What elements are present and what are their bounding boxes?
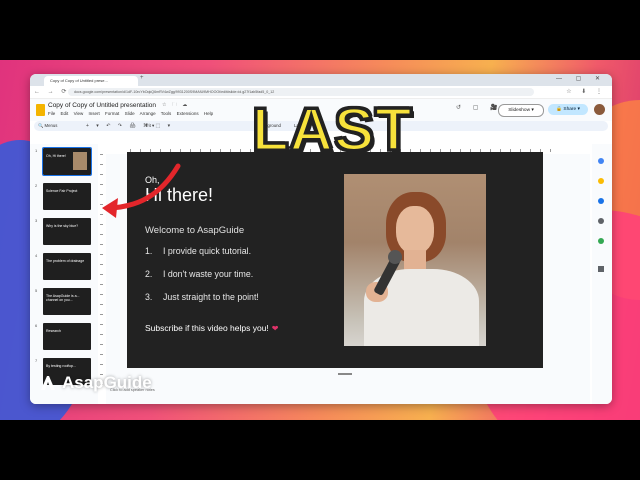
slide-thumbnail-6[interactable]: Research bbox=[43, 323, 91, 350]
side-panel-rail bbox=[592, 144, 612, 404]
slide-number: 4 bbox=[35, 253, 38, 258]
slide-welcome: Welcome to AsapGuide bbox=[145, 225, 245, 236]
browser-action-icons[interactable]: ☆ ⬇ ⋮ bbox=[566, 88, 606, 95]
menu-extensions[interactable]: Extensions bbox=[177, 111, 199, 116]
document-title[interactable]: Copy of Copy of Untitled presentation bbox=[48, 102, 156, 109]
speaker-photo bbox=[344, 174, 486, 346]
list-item: 2. I don't waste your time. bbox=[145, 269, 254, 279]
slide-subscribe: Subscribe if this video helps you! ❤ bbox=[145, 323, 279, 333]
heart-icon: ❤ bbox=[271, 324, 279, 333]
menu-help[interactable]: Help bbox=[204, 111, 213, 116]
slide-number: 3 bbox=[35, 218, 38, 223]
slide-number: 6 bbox=[35, 323, 38, 328]
menu-slide[interactable]: Slide bbox=[125, 111, 135, 116]
slideshow-button[interactable]: Slideshow ▾ bbox=[498, 104, 544, 117]
menu-edit[interactable]: Edit bbox=[61, 111, 69, 116]
slide-number: 5 bbox=[35, 288, 38, 293]
contacts-icon[interactable] bbox=[598, 218, 604, 224]
list-item: 3. Just straight to the point! bbox=[145, 292, 259, 302]
menu-bar: File Edit View Insert Format Slide Arran… bbox=[48, 111, 217, 116]
browser-tab[interactable]: Copy of Copy of Untitled prese... bbox=[44, 76, 138, 86]
thumbnail-text: Why is the sky blue? bbox=[46, 224, 79, 228]
thumbnail-text: Science Fair Project bbox=[46, 189, 78, 193]
slide-thumbnail-5[interactable]: The AsapGuide is a... channel on you... bbox=[43, 288, 91, 315]
keep-icon[interactable] bbox=[598, 178, 604, 184]
notes-resize-handle[interactable] bbox=[338, 373, 352, 375]
slide-filmstrip: 1 Oh, Hi there! 2 Science Fair Project 3… bbox=[30, 144, 98, 404]
menu-view[interactable]: View bbox=[74, 111, 84, 116]
brand-logo-icon bbox=[38, 373, 58, 393]
slide-thumbnail-4[interactable]: The problem of drainage bbox=[43, 253, 91, 280]
url-field[interactable]: docs.google.com/presentation/d/1dF-10rcY… bbox=[68, 88, 534, 96]
title-action-icons[interactable]: ☆ 🗀 ☁ bbox=[162, 102, 189, 110]
slide-number: 2 bbox=[35, 183, 38, 188]
zoom-select[interactable]: Fit ▾ bbox=[146, 122, 154, 130]
slide-thumbnail-2[interactable]: Science Fair Project bbox=[43, 183, 91, 210]
current-slide[interactable]: Oh, Hi there! Welcome to AsapGuide 1. I p… bbox=[127, 152, 543, 368]
thumbnail-text: The AsapGuide is a... channel on you... bbox=[46, 294, 80, 302]
brand-name: AsapGuide bbox=[62, 373, 152, 392]
red-arrow-icon bbox=[102, 163, 181, 218]
slides-logo-icon[interactable] bbox=[36, 104, 45, 116]
microphone-head bbox=[388, 250, 402, 264]
toolbar-icons[interactable]: + ▾ ↶ ↷ 🖨 ⌘ ⬚ ▾ bbox=[86, 122, 173, 130]
calendar-icon[interactable] bbox=[598, 158, 604, 164]
add-addon-icon[interactable] bbox=[598, 266, 604, 272]
new-tab-button[interactable]: + bbox=[140, 75, 144, 81]
brand-watermark: AsapGuide bbox=[38, 373, 152, 393]
menu-insert[interactable]: Insert bbox=[89, 111, 100, 116]
menu-arrange[interactable]: Arrange bbox=[140, 111, 156, 116]
menu-format[interactable]: Format bbox=[105, 111, 119, 116]
thumbnail-text: The problem of drainage bbox=[46, 259, 85, 263]
tasks-icon[interactable] bbox=[598, 198, 604, 204]
maps-icon[interactable] bbox=[598, 238, 604, 244]
thumbnail-text: By testing rooftop... bbox=[46, 364, 77, 368]
tab-bar: Copy of Copy of Untitled prese... + — ▢ … bbox=[30, 74, 612, 86]
slide-number: 1 bbox=[35, 148, 38, 153]
thumbnail-photo bbox=[73, 152, 87, 170]
thumbnail-text: Research bbox=[46, 329, 61, 333]
header-action-icons[interactable]: ↺ ▢ 🎥 bbox=[456, 104, 503, 111]
photo-face bbox=[396, 206, 434, 254]
slide-number: 7 bbox=[35, 358, 38, 363]
slide-thumbnail-3[interactable]: Why is the sky blue? bbox=[43, 218, 91, 245]
menu-file[interactable]: File bbox=[48, 111, 55, 116]
slide-thumbnail-1[interactable]: Oh, Hi there! bbox=[42, 147, 92, 176]
slide-list: 1. I provide quick tutorial. 2. I don't wa… bbox=[145, 246, 259, 315]
menu-tools[interactable]: Tools bbox=[161, 111, 172, 116]
nav-buttons[interactable]: ← → ⟳ bbox=[34, 88, 69, 95]
window-controls[interactable]: — ▢ ✕ bbox=[556, 75, 606, 82]
list-item: 1. I provide quick tutorial. bbox=[145, 246, 252, 256]
search-menus-button[interactable]: 🔍 Menus bbox=[38, 122, 57, 130]
share-button[interactable]: 🔒 Share ▾ bbox=[548, 104, 588, 115]
account-avatar[interactable] bbox=[594, 104, 605, 115]
overlay-title: LAST bbox=[251, 96, 414, 163]
